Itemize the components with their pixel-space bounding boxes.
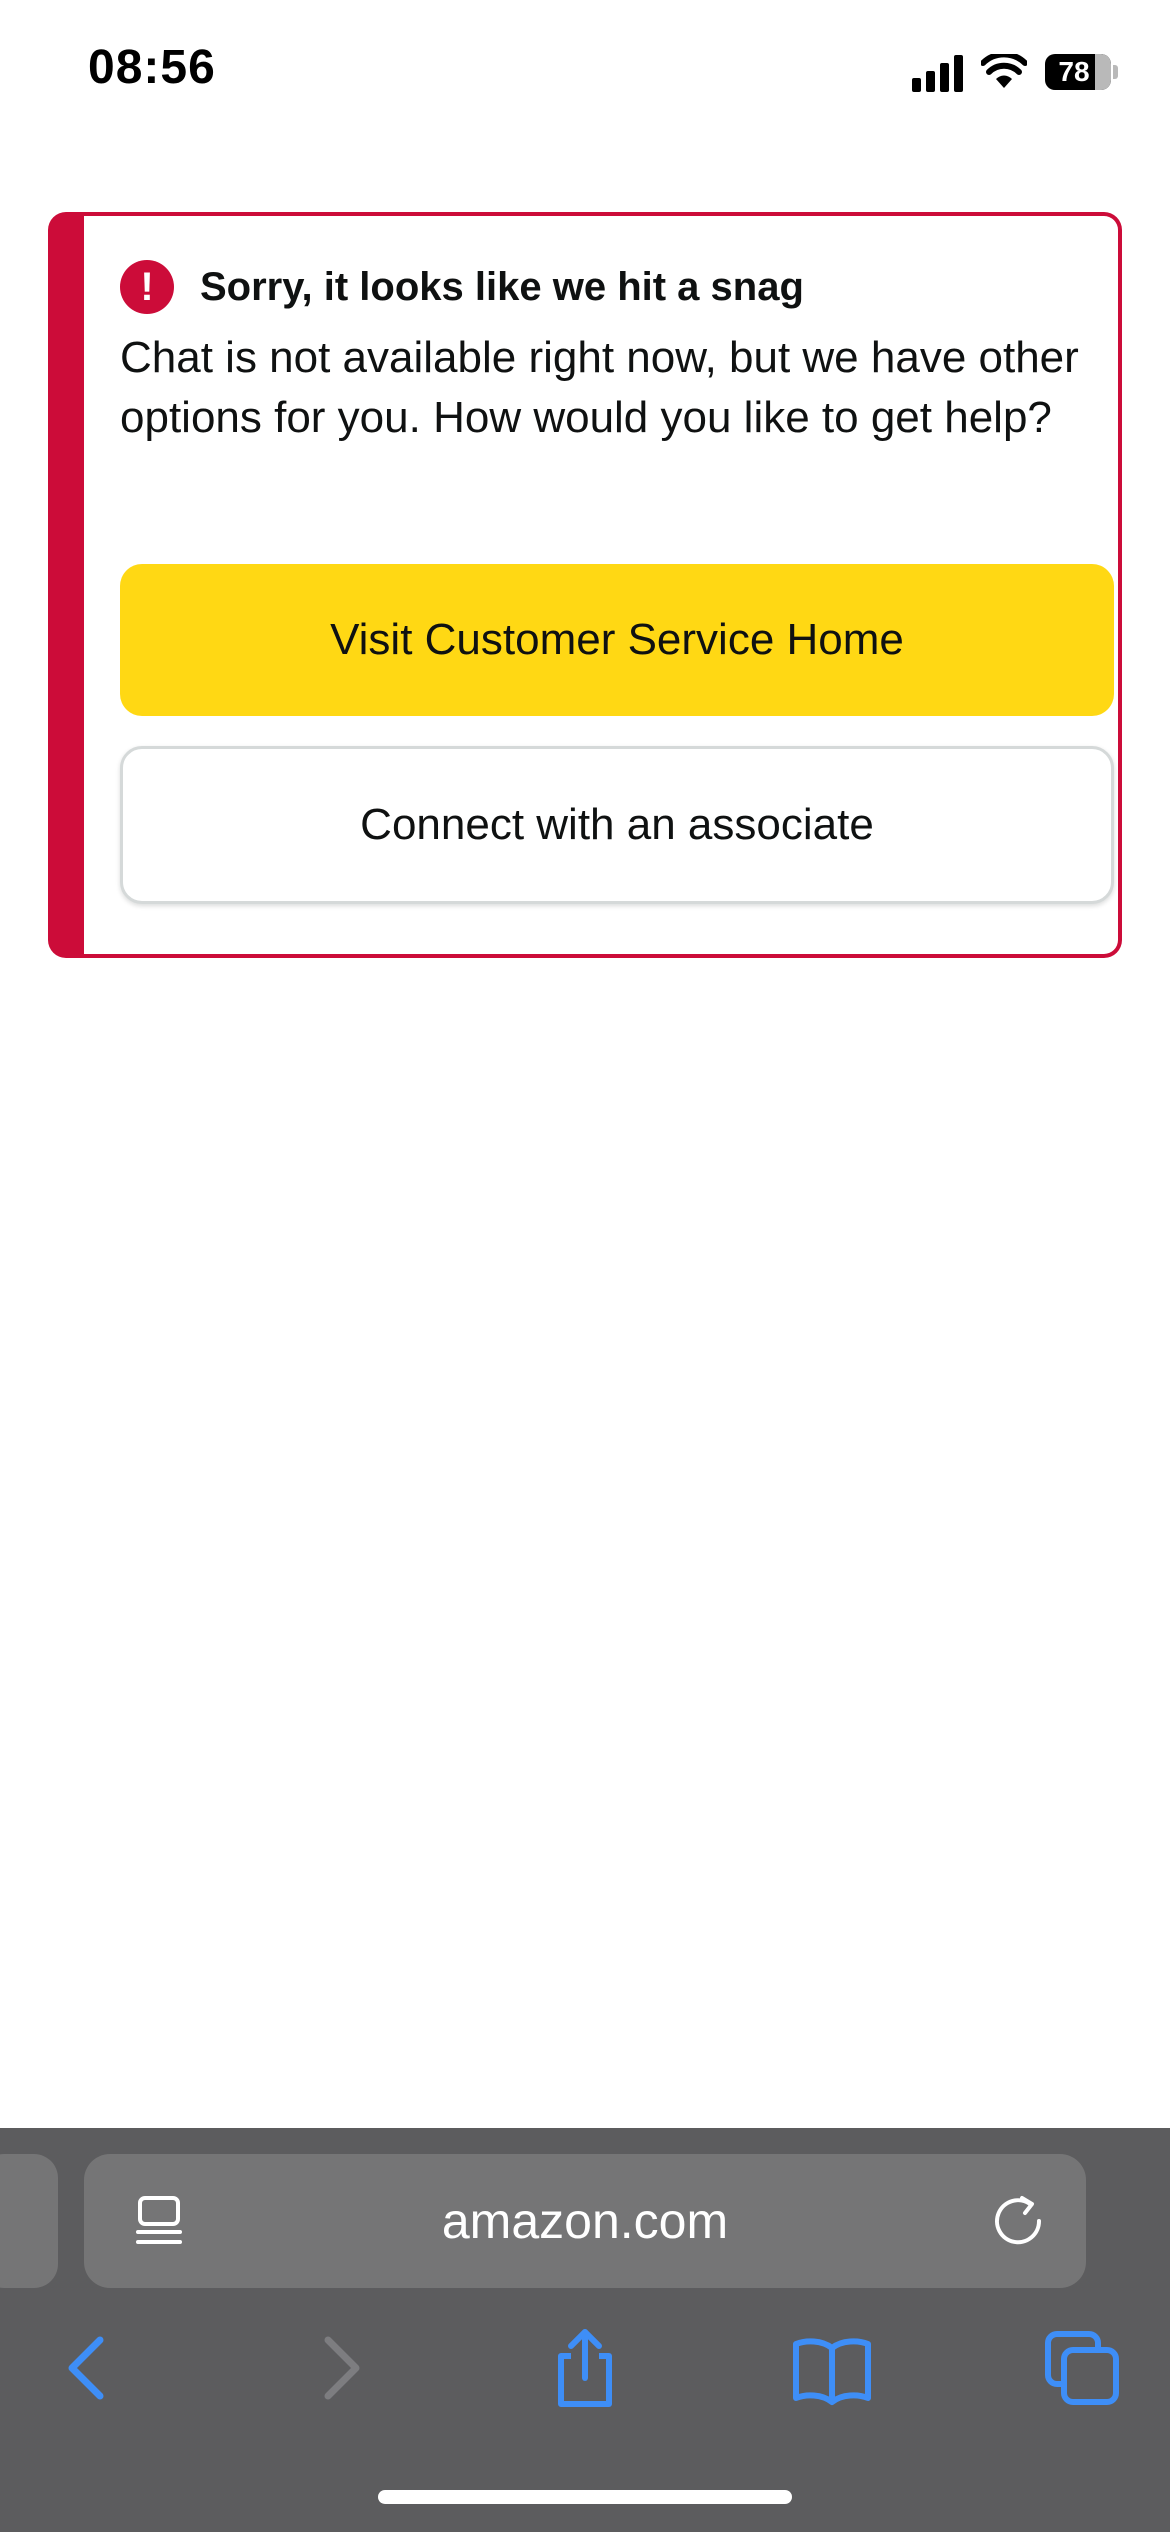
connect-associate-button[interactable]: Connect with an associate	[120, 746, 1114, 904]
home-indicator[interactable]	[378, 2490, 792, 2504]
visit-customer-service-label: Visit Customer Service Home	[330, 615, 904, 664]
exclamation-circle-icon: !	[120, 260, 174, 314]
status-bar: 08:56 78	[0, 0, 1170, 150]
previous-tab-preview[interactable]	[0, 2154, 58, 2288]
signal-icon	[912, 52, 963, 92]
reload-icon[interactable]	[992, 2194, 1046, 2248]
alert-heading: ! Sorry, it looks like we hit a snag	[120, 260, 804, 314]
alert-title: Sorry, it looks like we hit a snag	[200, 264, 804, 309]
alert-message: Chat is not available right now, but we …	[120, 333, 1079, 442]
tabs-icon[interactable]	[1040, 2326, 1124, 2410]
battery-level: 78	[1058, 56, 1090, 87]
address-text: amazon.com	[441, 2193, 729, 2249]
connect-associate-label: Connect with an associate	[360, 800, 874, 849]
address-bar[interactable]: amazon.com	[84, 2154, 1086, 2288]
share-icon[interactable]	[543, 2326, 627, 2410]
back-icon[interactable]	[46, 2326, 130, 2410]
forward-icon[interactable]	[298, 2326, 382, 2410]
browser-toolbar: amazon.com	[0, 2128, 1170, 2532]
alert-card: ! Sorry, it looks like we hit a snag Cha…	[48, 212, 1122, 958]
wifi-icon	[981, 54, 1027, 88]
battery-icon: 78	[1045, 54, 1111, 90]
bookmarks-icon[interactable]	[790, 2326, 874, 2410]
status-time: 08:56	[88, 41, 216, 94]
visit-customer-service-button[interactable]: Visit Customer Service Home	[120, 564, 1114, 716]
status-icons: 78	[912, 52, 1118, 92]
